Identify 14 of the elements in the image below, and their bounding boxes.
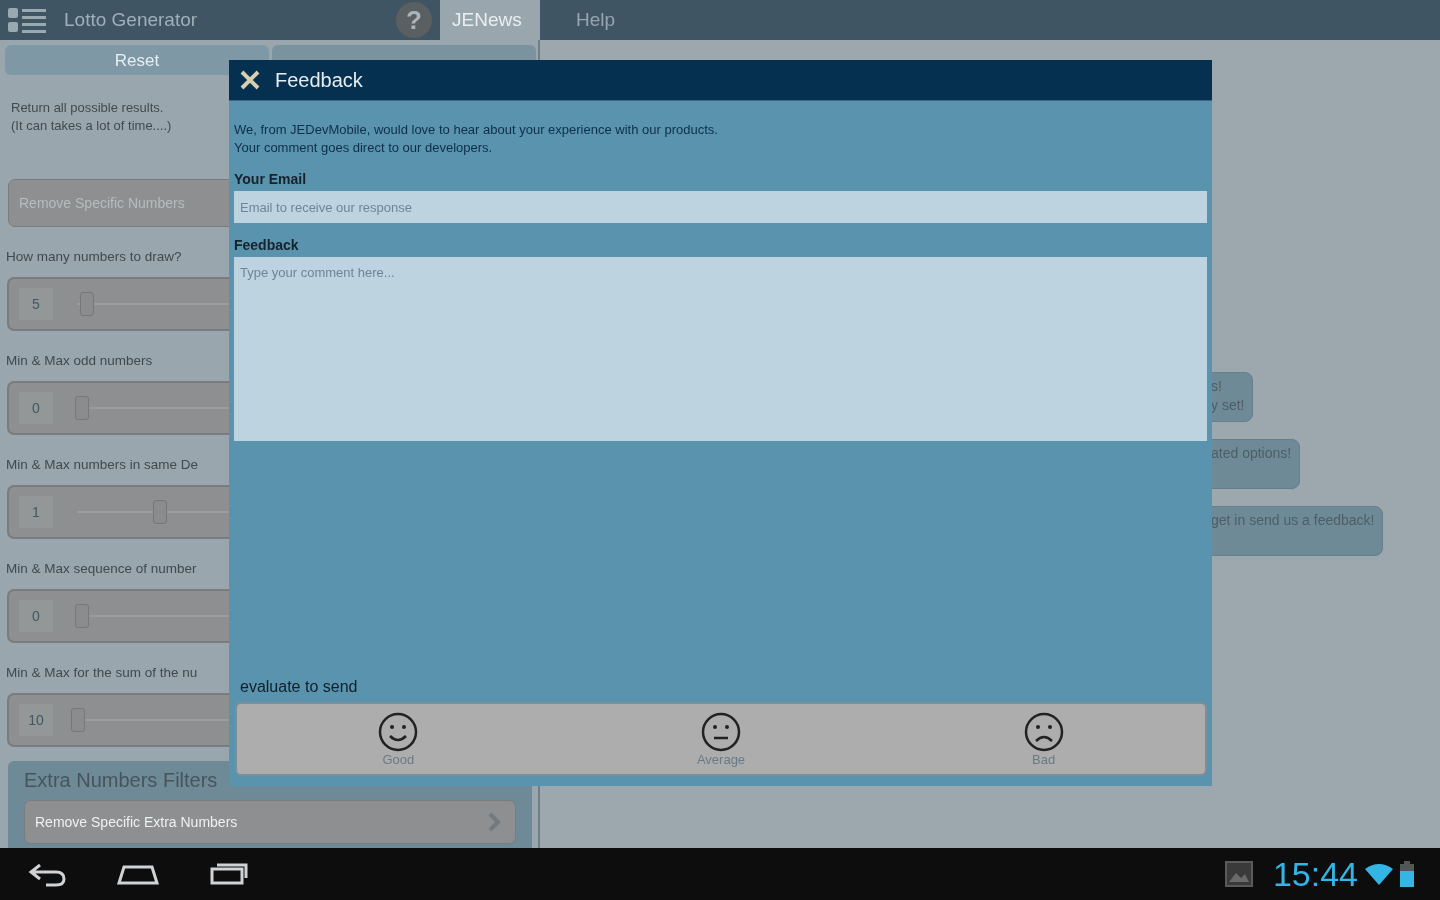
filter-label: How many numbers to draw? [6, 249, 183, 266]
filter-label: Min & Max odd numbers [6, 353, 154, 370]
field-label: Your Email [234, 171, 308, 187]
rating-label: evaluate to send [240, 678, 359, 696]
clock: 15:44 [1272, 854, 1358, 894]
intro-text: We, from JEDevMobile, would love to hear about your experience with our products. Your comment goes direct to our developers. [234, 121, 719, 157]
filter-label: Min & Max numbers in same De [6, 457, 200, 474]
card-title: Extra Numbers Filters [24, 769, 219, 792]
filter-label: Min & Max sequence of number [6, 561, 198, 578]
description-text: Return all possible results. (It can takes a lot of time....) [11, 99, 172, 135]
field-label: Feedback [234, 237, 300, 253]
app-title: Lotto Generator [64, 9, 199, 31]
filter-label: Min & Max for the sum of the nu [6, 665, 199, 682]
dialog-title: Feedback [275, 68, 363, 92]
